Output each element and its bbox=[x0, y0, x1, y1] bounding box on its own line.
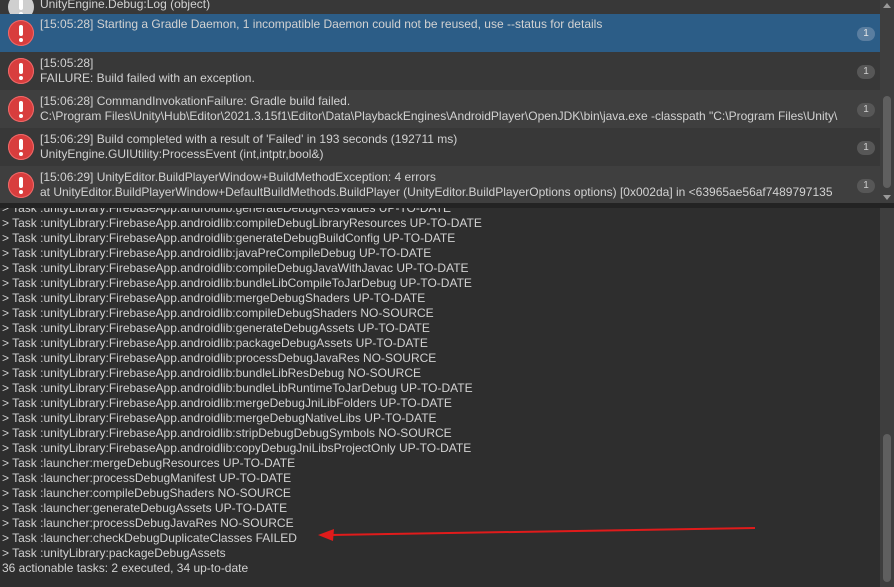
scroll-down-arrow-icon[interactable] bbox=[883, 195, 891, 200]
log-detail-pane: > Task :unityLibrary:FirebaseApp.android… bbox=[0, 208, 880, 587]
log-entry[interactable]: [15:06:28] CommandInvokationFailure: Gra… bbox=[0, 90, 880, 128]
log-entry-selected[interactable]: [15:05:28] Starting a Gradle Daemon, 1 i… bbox=[0, 14, 880, 52]
collapse-count-badge: 1 bbox=[857, 179, 875, 193]
collapse-count-badge: 1 bbox=[857, 141, 875, 155]
log-entry[interactable]: [15:06:29] Build completed with a result… bbox=[0, 128, 880, 166]
error-icon bbox=[8, 172, 34, 198]
scrollbar-thumb[interactable] bbox=[883, 96, 891, 188]
scroll-up-arrow-icon[interactable] bbox=[883, 3, 891, 8]
collapse-count-badge: 1 bbox=[857, 27, 875, 41]
error-icon bbox=[8, 20, 34, 46]
error-icon bbox=[8, 96, 34, 122]
console-list-scrollbar[interactable] bbox=[880, 0, 894, 203]
error-icon bbox=[8, 58, 34, 84]
console-log-list[interactable]: UnityEngine.Debug:Log (object) [15:05:28… bbox=[0, 0, 880, 203]
collapse-count-badge: 1 bbox=[857, 103, 875, 117]
error-icon bbox=[8, 134, 34, 160]
log-entry[interactable]: [15:05:28] FAILURE: Build failed with an… bbox=[0, 52, 880, 90]
scrollbar-thumb[interactable] bbox=[883, 434, 891, 582]
annotation-arrow-icon bbox=[318, 527, 756, 541]
log-entry[interactable]: [15:06:29] UnityEditor.BuildPlayerWindow… bbox=[0, 166, 880, 203]
detail-pane-scrollbar[interactable] bbox=[880, 208, 894, 587]
collapse-count-badge: 1 bbox=[857, 65, 875, 79]
